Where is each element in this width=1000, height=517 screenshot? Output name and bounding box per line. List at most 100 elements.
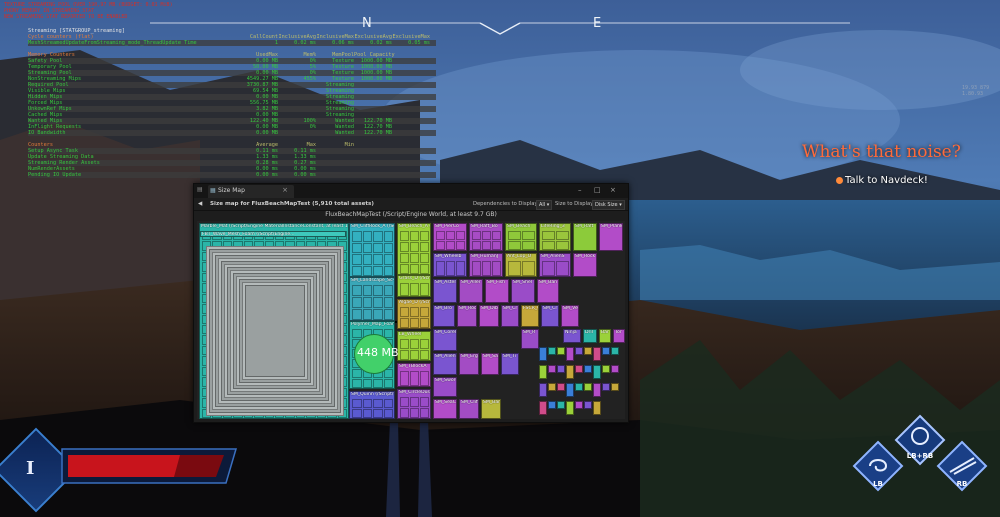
small-treemap-tile[interactable] (539, 383, 547, 397)
treemap[interactable]: Marble_Mat (/Script/Engine MaterialInsta… (197, 221, 625, 419)
treemap-tile[interactable]: Grass_D (/Script... (397, 275, 431, 297)
treemap-tile[interactable]: SM_Landscape_Sc-le (349, 277, 395, 321)
treemap-tile[interactable]: SM_Bro (433, 305, 455, 327)
small-treemap-tile[interactable] (557, 383, 565, 391)
small-treemap-tile[interactable] (539, 401, 547, 415)
skill-rb[interactable]: RB (936, 440, 988, 492)
treemap-tile[interactable]: SM_Roc (457, 305, 477, 327)
treemap-tile[interactable]: SM_AlienD (433, 353, 457, 375)
treemap-tile[interactable]: Algae_D (/Script... (397, 299, 431, 329)
small-treemap-tile[interactable] (593, 347, 601, 361)
treemap-tile[interactable]: SM_AlienS (539, 253, 571, 277)
treemap-tile[interactable]: SM_Raft (573, 223, 597, 251)
treemap-tile[interactable]: FBT_Wave_Mesh_Foam (/Script/Engine... (200, 231, 346, 237)
treemap-tile[interactable]: SM_Dib (479, 305, 499, 327)
size-map-window[interactable]: ▤ ▦ Size Map × – □ × ◀ Size map for Flux… (193, 183, 629, 423)
treemap-tile[interactable]: SM_Quinn (/Script/Eng... (349, 391, 395, 419)
treemap-tile[interactable]: SM_HumanJ (469, 253, 503, 277)
treemap-tile[interactable]: SM_SwordL_Trn (433, 377, 457, 397)
editor-menu-icon[interactable]: ▤ (197, 186, 203, 193)
small-treemap-tile[interactable] (602, 365, 610, 373)
treemap-tile[interactable]: SM_Cliff (459, 399, 479, 419)
small-treemap-tile[interactable] (584, 383, 592, 391)
treemap-tile[interactable]: Tor (613, 329, 625, 343)
small-treemap-tile[interactable] (575, 383, 583, 391)
small-treemap-tile[interactable] (611, 347, 619, 355)
small-treemap-tile[interactable] (584, 365, 592, 373)
small-treemap-tile[interactable] (557, 401, 565, 409)
treemap-tile[interactable]: SM_CliffRock_A (/Script/... (349, 223, 395, 277)
treemap-tile[interactable]: SM_Beach_A (/Scri... (397, 223, 431, 275)
size-dropdown[interactable]: Disk Size ▾ (592, 200, 625, 210)
small-treemap-tile[interactable] (566, 347, 574, 361)
treemap-tile[interactable]: SM_TBlockA (397, 363, 431, 387)
small-treemap-tile[interactable] (575, 365, 583, 373)
treemap-tile[interactable]: SM_Plank (599, 223, 623, 251)
treemap-tile[interactable]: LifeRing_3 (539, 223, 571, 251)
small-treemap-tile[interactable] (548, 401, 556, 409)
stat-value: 0.05 ms (408, 40, 430, 46)
treemap-tile[interactable]: SM_SeaCo (433, 399, 457, 419)
small-treemap-tile[interactable] (584, 347, 592, 355)
small-treemap-tile[interactable] (602, 383, 610, 391)
treemap-tile[interactable]: SM_Wheelb (433, 253, 467, 277)
small-treemap-tile[interactable] (539, 347, 547, 361)
small-treemap-tile[interactable] (611, 383, 619, 391)
back-arrow-icon[interactable]: ◀ (198, 201, 202, 207)
treemap-tile[interactable]: FSCR_Colide (521, 305, 539, 327)
small-treemap-tile[interactable] (539, 365, 547, 379)
treemap-tile[interactable]: SM_Aster (433, 279, 457, 303)
window-close-icon[interactable]: × (610, 186, 616, 194)
treemap-tile[interactable]: SM_Fish (485, 279, 509, 303)
treemap-tile[interactable]: SM_Raft_Bo (469, 223, 503, 251)
treemap-tile[interactable]: SM_Ti (501, 353, 519, 375)
small-treemap-tile[interactable] (584, 401, 592, 409)
treemap-tile[interactable]: SM_Ve (561, 305, 579, 327)
treemap-tile[interactable]: SM_Corel (433, 329, 457, 351)
small-treemap-tile[interactable] (575, 401, 583, 409)
treemap-tile[interactable]: Dril (583, 329, 597, 343)
minimize-icon[interactable]: – (578, 186, 582, 194)
treemap-tile[interactable]: SM_Sal (481, 353, 499, 375)
treemap-tile[interactable]: SM_Aller (459, 279, 483, 303)
tab-close-icon[interactable]: × (282, 186, 288, 194)
small-treemap-tile[interactable] (548, 347, 556, 355)
treemap-subtile (508, 231, 521, 240)
treemap-tile[interactable]: SM_Shel (511, 279, 535, 303)
treemap-tile[interactable]: Ninja (563, 329, 581, 343)
small-treemap-tile[interactable] (557, 365, 565, 373)
small-treemap-tile[interactable] (548, 383, 556, 391)
treemap-tile-label: SM_Cr (503, 306, 518, 311)
tab-size-map[interactable]: ▦ Size Map × (208, 185, 294, 198)
treemap-tile[interactable]: SM_Erg (459, 353, 479, 375)
small-treemap-tile[interactable] (593, 383, 601, 397)
compass-bar (150, 22, 850, 35)
treemap-tile[interactable]: Bar (599, 329, 611, 343)
deps-dropdown[interactable]: All ▾ (536, 200, 553, 210)
small-treemap-tile[interactable] (602, 347, 610, 355)
treemap-tile[interactable]: SM_PierCo (433, 223, 467, 251)
treemap-tile[interactable]: Ant_Lop_O (505, 253, 537, 277)
small-treemap-tile[interactable] (566, 383, 574, 397)
treemap-tile[interactable]: LB_Wheel (397, 331, 431, 361)
treemap-tile[interactable]: SM_Rock (573, 253, 597, 277)
small-treemap-tile[interactable] (575, 347, 583, 355)
treemap-tile[interactable]: SM_Bar (481, 399, 501, 419)
treemap-tile[interactable]: SM_Cr (501, 305, 519, 327)
small-treemap-tile[interactable] (611, 365, 619, 373)
treemap-tile[interactable]: SM_CircleDust (397, 389, 431, 419)
small-treemap-tile[interactable] (593, 401, 601, 415)
treemap-tile[interactable]: SM_Cr (541, 305, 559, 327)
maximize-icon[interactable]: □ (594, 186, 601, 194)
treemap-tile[interactable]: SM_R (521, 329, 539, 349)
small-treemap-tile[interactable] (548, 365, 556, 373)
treemap-tile[interactable]: Marble_Mat (/Script/Engine MaterialInsta… (199, 223, 349, 419)
small-treemap-tile[interactable] (566, 401, 574, 415)
small-treemap-tile[interactable] (566, 365, 574, 379)
objective-marker-icon (836, 177, 843, 184)
small-treemap-tile[interactable] (593, 365, 601, 379)
small-treemap-tile[interactable] (557, 347, 565, 355)
treemap-tile[interactable]: SM_Beach (505, 223, 537, 251)
treemap-tile[interactable]: SM_Ban (537, 279, 559, 303)
window-tab-bar[interactable]: ▤ ▦ Size Map × – □ × (194, 184, 628, 198)
